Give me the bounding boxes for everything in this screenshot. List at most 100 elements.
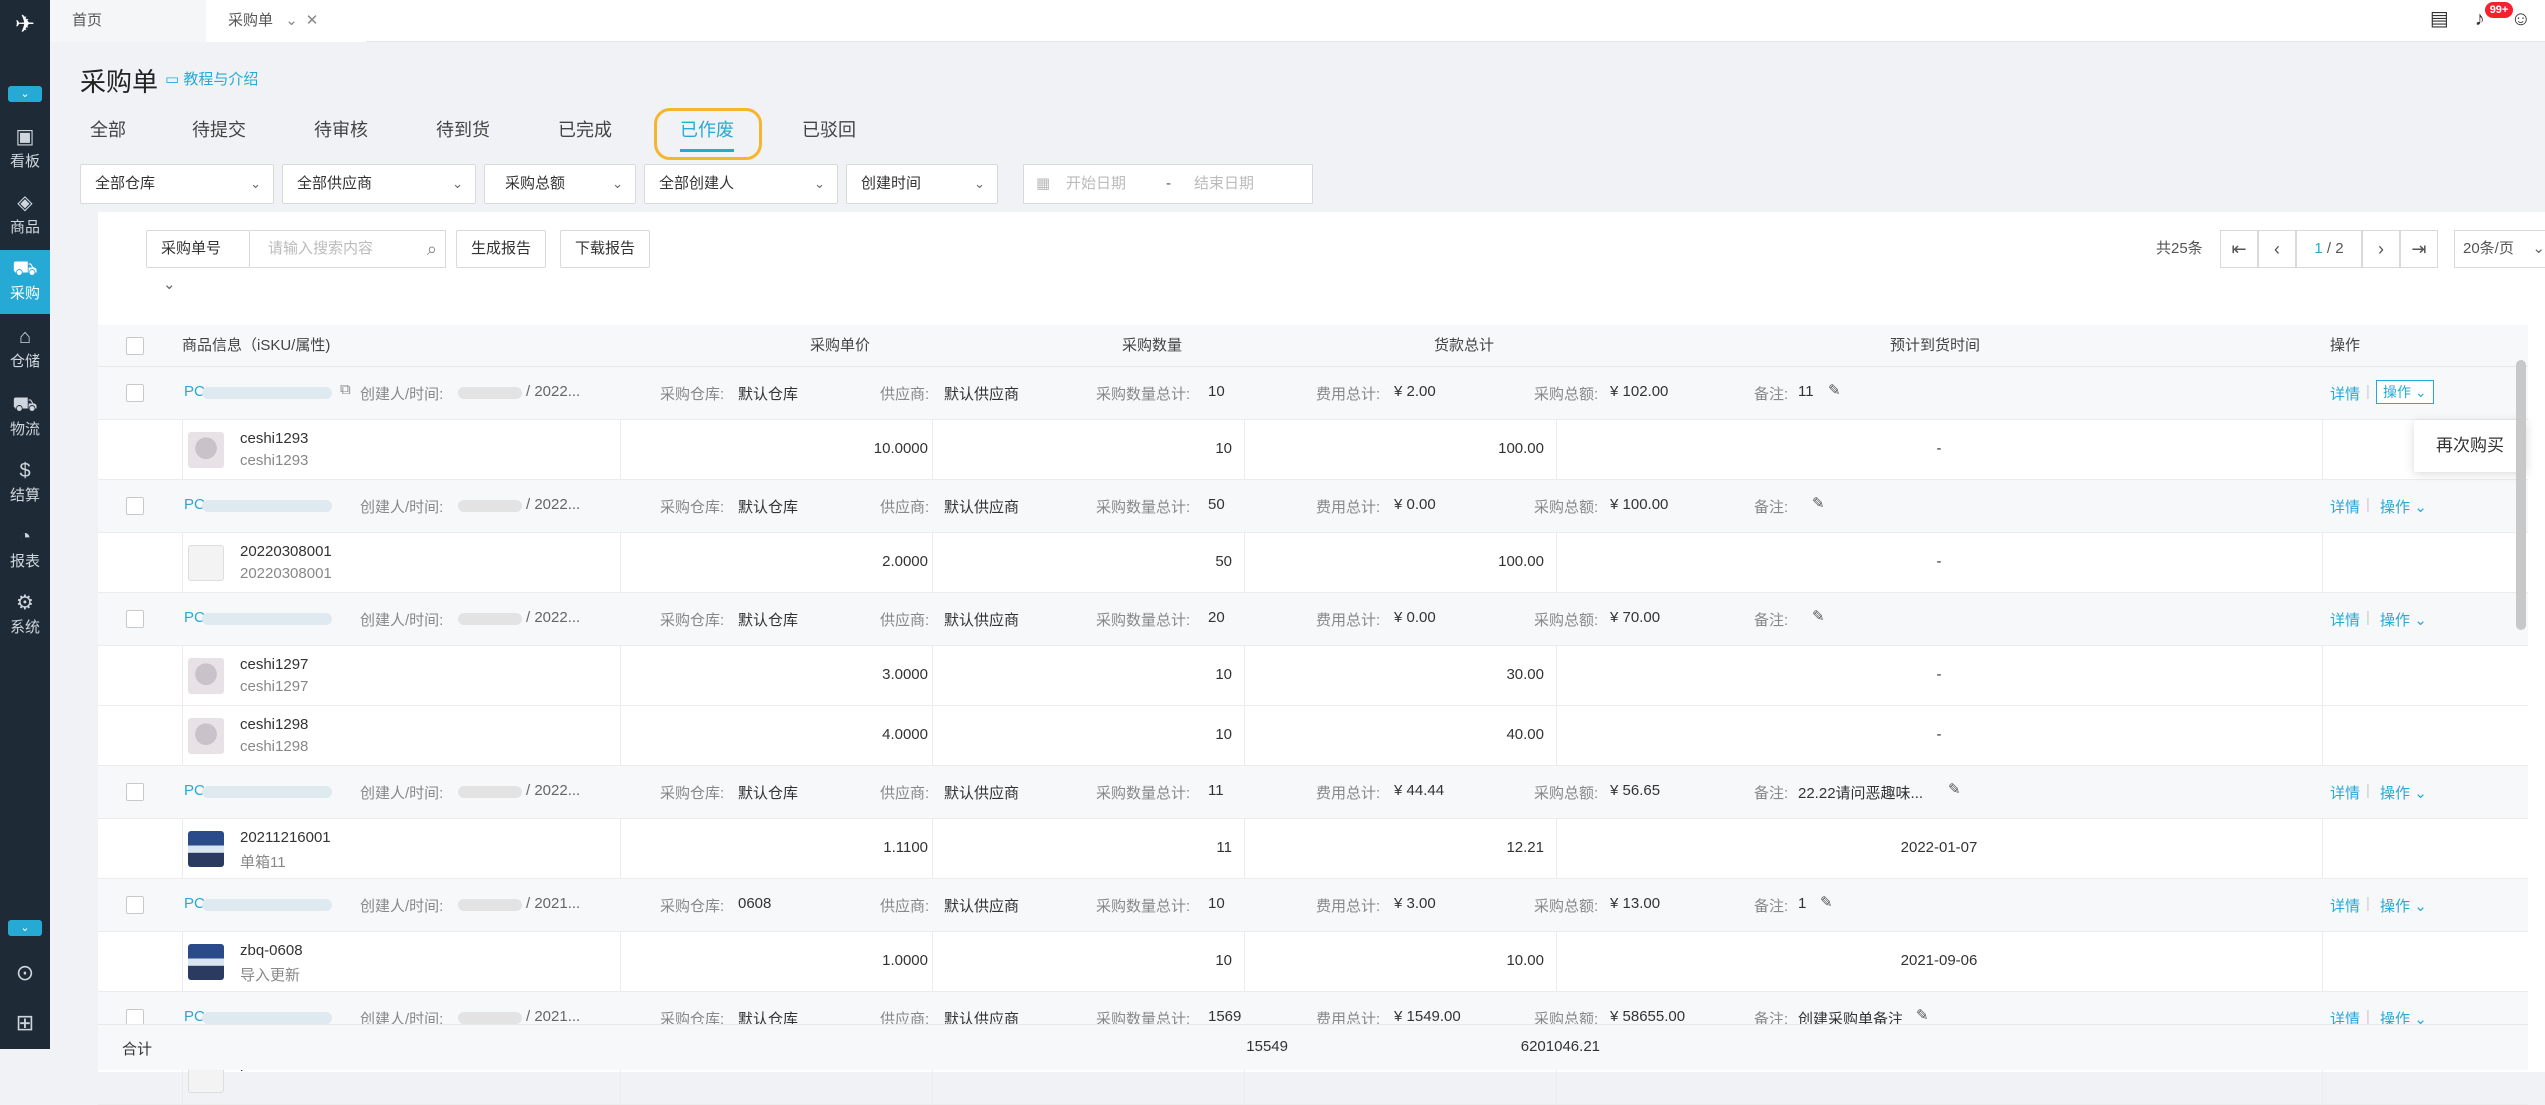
app-logo-icon[interactable]: ✈ xyxy=(6,6,44,44)
tab-rejected[interactable]: 已驳回 xyxy=(802,116,856,142)
tab-home[interactable]: 首页 xyxy=(50,0,206,42)
search-input[interactable]: 请输入搜索内容 ⌕ xyxy=(250,230,446,268)
col-divider xyxy=(932,819,933,879)
tab-completed[interactable]: 已完成 xyxy=(558,116,612,142)
detail-link[interactable]: 详情 xyxy=(2330,496,2360,517)
product-thumbnail[interactable] xyxy=(188,545,224,581)
sidebar-item-products[interactable]: ◈ 商品 xyxy=(0,184,50,248)
avatar[interactable]: ☺ xyxy=(2511,8,2531,31)
sidebar-item-reports[interactable]: ◔ 报表 xyxy=(0,518,50,582)
chevron-down-icon: ⌄ xyxy=(814,176,825,191)
operate-dropdown-button[interactable]: 操作 ⌄ xyxy=(2380,782,2427,803)
sidebar-item-label: 采购 xyxy=(9,285,40,302)
col-divider xyxy=(620,706,621,766)
end-date-input[interactable]: 结束日期 xyxy=(1194,165,1254,203)
supplier-label: 供应商: xyxy=(880,499,930,516)
date-range-picker[interactable]: ▦ 开始日期 - 结束日期 xyxy=(1023,164,1313,204)
edit-icon[interactable]: ✎ xyxy=(1812,607,1825,625)
row-checkbox[interactable] xyxy=(126,384,144,402)
col-op: 操作 xyxy=(2330,337,2361,354)
table-scrollbar[interactable] xyxy=(2516,360,2526,630)
tab-pending-arrival[interactable]: 待到货 xyxy=(436,116,490,142)
help-icon[interactable]: ⊙ xyxy=(0,960,50,986)
detail-link[interactable]: 详情 xyxy=(2330,782,2360,803)
product-thumbnail[interactable] xyxy=(188,718,224,754)
order-item-row: 20211216001 单箱11 1.1100 11 12.21 2022-01… xyxy=(98,819,2528,879)
col-divider xyxy=(182,819,183,879)
chevron-down-icon[interactable]: ⌄ xyxy=(285,12,298,29)
tutorial-link[interactable]: ▭ 教程与介绍 xyxy=(165,68,258,89)
select-all-checkbox[interactable] xyxy=(126,337,144,355)
close-icon[interactable]: ✕ xyxy=(306,12,319,29)
col-divider xyxy=(2322,706,2323,766)
notes-icon[interactable]: ▤ xyxy=(2430,6,2449,31)
product-thumbnail[interactable] xyxy=(188,658,224,694)
col-divider xyxy=(2322,420,2323,480)
total-label: 采购总额: xyxy=(1534,499,1599,516)
amount-select[interactable]: 采购总额 ⌄ xyxy=(484,164,636,204)
warehouse-select[interactable]: 全部仓库 ⌄ xyxy=(80,164,274,204)
row-checkbox[interactable] xyxy=(126,896,144,914)
copy-icon[interactable]: ⧉ xyxy=(340,381,351,398)
search-type-select[interactable]: 采购单号 ⌄ xyxy=(146,230,250,293)
sidebar-item-purchase[interactable]: ⛟ 采购 xyxy=(0,250,50,314)
current-page-input[interactable]: 1 xyxy=(2314,240,2322,257)
fee-label: 费用总计: xyxy=(1316,785,1381,802)
row-checkbox[interactable] xyxy=(126,497,144,515)
search-icon[interactable]: ⌕ xyxy=(427,231,437,267)
collapse-chevron-icon[interactable]: ⌄ xyxy=(8,86,42,102)
tab-pending-review[interactable]: 待审核 xyxy=(314,116,368,142)
supplier-label: 供应商: xyxy=(880,612,930,629)
tab-all[interactable]: 全部 xyxy=(90,116,126,142)
eta-value: - xyxy=(1936,666,1942,683)
sidebar-item-dashboard[interactable]: ▣ 看板 xyxy=(0,118,50,182)
detail-link[interactable]: 详情 xyxy=(2330,609,2360,630)
sidebar-item-settlement[interactable]: $ 结算 xyxy=(0,452,50,516)
start-date-input[interactable]: 开始日期 xyxy=(1066,165,1126,203)
last-page-button[interactable]: ⇥ xyxy=(2400,230,2438,268)
supplier-select[interactable]: 全部供应商 ⌄ xyxy=(282,164,476,204)
generate-report-button[interactable]: 生成报告 xyxy=(456,230,547,268)
order-group-row: PC 创建人/时间: / 2022... 采购仓库: 默认仓库 供应商: 默认供… xyxy=(98,480,2528,533)
operate-dropdown-button[interactable]: 操作 ⌄ xyxy=(2376,380,2434,404)
row-checkbox[interactable] xyxy=(126,783,144,801)
eta-value: 2021-09-06 xyxy=(1900,952,1978,969)
product-thumbnail[interactable] xyxy=(188,944,224,980)
product-thumbnail[interactable] xyxy=(188,831,224,867)
creator-label: 创建人/时间: xyxy=(360,499,444,516)
edit-icon[interactable]: ✎ xyxy=(1820,893,1833,911)
bell-icon[interactable]: ♪ 99+ xyxy=(2475,2,2514,31)
sidebar-item-warehouse[interactable]: ⌂ 仓储 xyxy=(0,318,50,382)
operate-dropdown-button[interactable]: 操作 ⌄ xyxy=(2380,609,2427,630)
row-checkbox[interactable] xyxy=(126,610,144,628)
divider: | xyxy=(2366,496,2370,513)
product-thumbnail[interactable] xyxy=(188,432,224,468)
first-page-button[interactable]: ⇤ xyxy=(2220,230,2258,268)
col-divider xyxy=(2322,533,2323,593)
edit-icon[interactable]: ✎ xyxy=(1948,780,1961,798)
gift-icon[interactable]: ⊞ xyxy=(0,1010,50,1036)
edit-icon[interactable]: ✎ xyxy=(1812,494,1825,512)
expand-chevron-icon[interactable]: ⌄ xyxy=(8,920,42,936)
operate-dropdown-button[interactable]: 操作 ⌄ xyxy=(2380,496,2427,517)
page-indicator[interactable]: 1 / 2 xyxy=(2296,230,2362,268)
creator-select[interactable]: 全部创建人 ⌄ xyxy=(644,164,838,204)
warehouse-label: 采购仓库: xyxy=(660,499,725,516)
time-select[interactable]: 创建时间 ⌄ xyxy=(846,164,998,204)
tab-voided[interactable]: 已作废 xyxy=(680,116,734,152)
next-page-button[interactable]: › xyxy=(2362,230,2400,268)
tab-pending-submit[interactable]: 待提交 xyxy=(192,116,246,142)
edit-icon[interactable]: ✎ xyxy=(1828,381,1841,399)
col-eta: 预计到货时间 xyxy=(1890,337,1981,354)
download-report-button[interactable]: 下载报告 xyxy=(560,230,651,268)
rebuy-menu-item[interactable]: 再次购买 xyxy=(2414,420,2526,472)
detail-link[interactable]: 详情 xyxy=(2330,383,2360,404)
sidebar-item-system[interactable]: ⚙ 系统 xyxy=(0,584,50,648)
page-size-select[interactable]: 20条/页 ⌄ xyxy=(2454,230,2545,268)
prev-page-button[interactable]: ‹ xyxy=(2258,230,2296,268)
sidebar-item-logistics[interactable]: ⛟ 物流 xyxy=(0,386,50,450)
tab-purchase-order[interactable]: 采购单 ⌄ ✕ xyxy=(206,0,366,42)
detail-link[interactable]: 详情 xyxy=(2330,895,2360,916)
operate-dropdown-button[interactable]: 操作 ⌄ xyxy=(2380,895,2427,916)
edit-icon[interactable]: ✎ xyxy=(1916,1006,1929,1024)
